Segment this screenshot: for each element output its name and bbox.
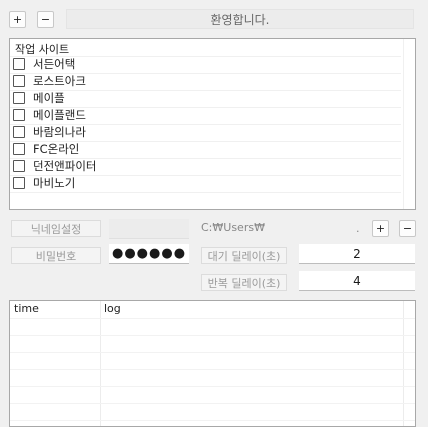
row-divider: [10, 386, 415, 387]
checkbox[interactable]: [13, 177, 25, 189]
site-list[interactable]: 작업 사이트 서든어택 로스트아크 메이플 메이플랜드 바람의나라 FC온라인 …: [9, 38, 416, 210]
row-divider: [10, 352, 415, 353]
path-remove-button[interactable]: −: [399, 220, 416, 237]
checkbox[interactable]: [13, 75, 25, 87]
site-item-label: 메이플랜드: [33, 108, 86, 122]
site-item-label: 로스트아크: [33, 74, 86, 88]
site-item-label: FC온라인: [33, 142, 80, 156]
nickname-button[interactable]: 닉네임설정: [11, 220, 101, 237]
site-item-label: 메이플: [33, 91, 65, 105]
column-divider: [100, 301, 101, 426]
path-add-button[interactable]: +: [372, 220, 389, 237]
site-item[interactable]: 로스트아크: [13, 73, 393, 89]
row-divider: [10, 192, 401, 193]
checkbox[interactable]: [13, 160, 25, 172]
plus-icon: +: [375, 222, 386, 235]
site-item[interactable]: 메이플랜드: [13, 107, 393, 123]
repeat-delay-label: 반복 딜레이(초): [201, 274, 287, 291]
minus-icon: −: [402, 222, 413, 235]
checkbox[interactable]: [13, 58, 25, 70]
minus-icon: −: [40, 13, 51, 26]
site-item-label: 마비노기: [33, 176, 76, 190]
checkbox[interactable]: [13, 143, 25, 155]
log-table[interactable]: time log: [9, 300, 416, 427]
remove-button[interactable]: −: [37, 11, 54, 28]
log-header-time: time: [14, 302, 39, 315]
plus-icon: +: [12, 13, 23, 26]
checkbox[interactable]: [13, 126, 25, 138]
welcome-banner: 환영합니다.: [66, 9, 414, 29]
site-item-label: 바람의나라: [33, 125, 86, 139]
row-divider: [10, 369, 415, 370]
wait-delay-input[interactable]: 2: [299, 244, 415, 264]
row-divider: [10, 420, 415, 421]
checkbox[interactable]: [13, 109, 25, 121]
log-header-log: log: [104, 302, 121, 315]
list-divider: [403, 39, 404, 209]
site-item[interactable]: 서든어택: [13, 56, 393, 72]
column-divider: [403, 301, 404, 426]
wait-delay-label: 대기 딜레이(초): [201, 247, 287, 264]
site-item[interactable]: 던전앤파이터: [13, 158, 393, 174]
nickname-input[interactable]: [109, 219, 189, 239]
repeat-delay-input[interactable]: 4: [299, 271, 415, 291]
row-divider: [10, 335, 415, 336]
checkbox[interactable]: [13, 92, 25, 104]
site-item[interactable]: 메이플: [13, 90, 393, 106]
password-label: 비밀번호: [11, 247, 101, 264]
site-item[interactable]: 마비노기: [13, 175, 393, 191]
row-divider: [10, 403, 415, 404]
path-text: C:₩Users₩: [201, 221, 265, 234]
path-suffix: .: [356, 222, 360, 235]
row-divider: [10, 318, 415, 319]
add-button[interactable]: +: [9, 11, 26, 28]
site-item-label: 던전앤파이터: [33, 159, 97, 173]
site-list-header: 작업 사이트: [15, 43, 70, 56]
site-item[interactable]: 바람의나라: [13, 124, 393, 140]
site-item-label: 서든어택: [33, 57, 76, 71]
site-item[interactable]: FC온라인: [13, 141, 393, 157]
password-input[interactable]: ●●●●●●: [109, 244, 189, 264]
